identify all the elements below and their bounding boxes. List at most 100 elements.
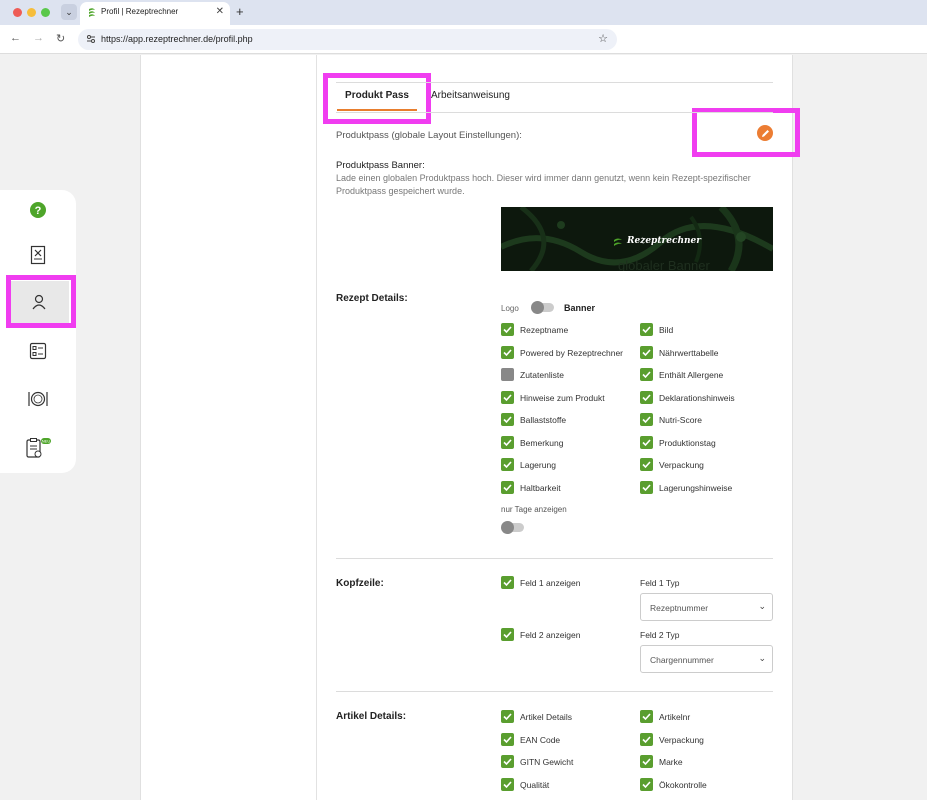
option-checkbox[interactable]: [501, 710, 514, 723]
url-text: https://app.rezeptrechner.de/profil.php: [101, 34, 253, 44]
feld2-typ-value: Chargennummer: [650, 655, 714, 665]
nur-tage-toggle[interactable]: [501, 521, 524, 534]
sidenav-help[interactable]: ?: [20, 192, 56, 228]
option-label: Powered by Rezeptrechner: [520, 347, 624, 358]
chevron-down-icon: ⌄: [758, 653, 766, 663]
url-field[interactable]: https://app.rezeptrechner.de/profil.php …: [78, 29, 617, 50]
feld1-label: Feld 1 anzeigen: [520, 578, 581, 588]
close-window-button[interactable]: [13, 8, 22, 17]
logo-banner-toggle[interactable]: [531, 301, 554, 314]
option-checkbox[interactable]: [501, 368, 514, 381]
sidenav-new-feature[interactable]: NEU: [20, 430, 56, 466]
feld2-checkbox[interactable]: [501, 628, 514, 641]
close-tab-icon[interactable]: ✕: [216, 6, 224, 17]
option-checkbox[interactable]: [640, 777, 653, 791]
banner-logo-text: Rezeptrechner: [627, 236, 701, 246]
feld2-typ-label: Feld 2 Typ: [640, 630, 680, 640]
checkmark-icon: [642, 371, 651, 379]
option-checkbox[interactable]: [640, 323, 653, 336]
option-label: Hinweise zum Produkt: [520, 392, 605, 403]
option-checkbox[interactable]: [501, 435, 514, 449]
content-panel: [140, 55, 793, 800]
checkmark-icon: [503, 631, 512, 639]
maximize-window-button[interactable]: [41, 8, 50, 17]
toggle-logo-label: Logo: [501, 304, 519, 313]
option-checkbox[interactable]: [501, 777, 514, 791]
option-label: Rezeptname: [520, 325, 569, 335]
checkmark-icon: [642, 713, 651, 721]
option-label: Verpackung: [659, 734, 704, 745]
sidenav-checklist[interactable]: [20, 333, 56, 369]
option-label: Deklarationshinweis: [659, 392, 735, 403]
checkmark-icon: [642, 326, 651, 334]
checkmark-icon: [503, 461, 512, 469]
tab-produkt-pass[interactable]: Produkt Pass: [337, 90, 417, 101]
checkmark-icon: [642, 780, 651, 788]
feld1-checkbox[interactable]: [501, 576, 514, 589]
reload-icon[interactable]: ↻: [56, 32, 65, 45]
feld1-typ-label: Feld 1 Typ: [640, 578, 680, 588]
option-label: Lagerungshinweise: [659, 482, 733, 493]
checkmark-icon: [503, 393, 512, 401]
rezept-details-title: Rezept Details:: [336, 293, 408, 304]
option-checkbox[interactable]: [501, 458, 514, 471]
option-checkbox[interactable]: [640, 413, 653, 426]
browser-titlebar: ⌄ Profil | Rezeptrechner ✕ +: [0, 0, 927, 25]
option-checkbox[interactable]: [501, 732, 514, 746]
option-checkbox[interactable]: [640, 345, 653, 359]
site-settings-icon[interactable]: [86, 34, 96, 44]
back-icon[interactable]: ←: [10, 32, 21, 44]
checkmark-icon: [503, 483, 512, 491]
help-circle-icon: ?: [30, 202, 46, 218]
option-checkbox[interactable]: [640, 732, 653, 746]
tab-arbeitsanweisung[interactable]: Arbeitsanweisung: [431, 90, 510, 101]
option-checkbox[interactable]: [640, 480, 653, 494]
divider: [336, 691, 773, 692]
feld2-typ-select[interactable]: Chargennummer ⌄: [640, 645, 773, 673]
divider: [336, 558, 773, 559]
divider: [336, 82, 773, 83]
checkmark-icon: [503, 780, 512, 788]
option-checkbox[interactable]: [640, 755, 653, 768]
rezeptrechner-favicon-icon: [89, 8, 95, 17]
toggle-knob: [531, 301, 544, 314]
option-checkbox[interactable]: [501, 390, 514, 404]
checkmark-icon: [642, 461, 651, 469]
bookmark-star-icon[interactable]: ☆: [598, 32, 608, 45]
checkmark-icon: [503, 348, 512, 356]
tabs-divider: [336, 112, 773, 113]
option-checkbox[interactable]: [640, 710, 653, 723]
checkmark-icon: [642, 416, 651, 424]
minimize-window-button[interactable]: [27, 8, 36, 17]
option-checkbox[interactable]: [501, 480, 514, 494]
address-bar: ← → ↻ https://app.rezeptrechner.de/profi…: [0, 25, 927, 54]
toggle-banner-label: Banner: [564, 303, 596, 313]
option-label: Bild: [659, 325, 674, 335]
option-checkbox[interactable]: [640, 458, 653, 471]
option-checkbox[interactable]: [501, 345, 514, 359]
option-checkbox[interactable]: [640, 368, 653, 381]
banner-preview-image[interactable]: Rezeptrechner globaler Banner: [501, 207, 773, 271]
option-label: GITN Gewicht: [520, 757, 574, 767]
svg-text:?: ?: [35, 205, 42, 217]
option-checkbox[interactable]: [640, 435, 653, 449]
chevron-down-icon: ⌄: [758, 601, 766, 611]
option-checkbox[interactable]: [501, 755, 514, 768]
sidenav-dishes[interactable]: [20, 381, 56, 417]
svg-text:NEU: NEU: [42, 439, 51, 444]
option-label: Haltbarkeit: [520, 482, 561, 493]
option-checkbox[interactable]: [640, 390, 653, 404]
option-checkbox[interactable]: [501, 413, 514, 426]
feld1-typ-select[interactable]: Rezeptnummer ⌄: [640, 593, 773, 621]
new-tab-icon[interactable]: +: [236, 4, 244, 19]
edit-layout-button[interactable]: [757, 125, 773, 141]
tab-list-dropdown-icon[interactable]: ⌄: [61, 4, 77, 20]
side-navigation: ? NEU: [0, 190, 76, 473]
browser-tab[interactable]: Profil | Rezeptrechner ✕: [80, 2, 230, 25]
recipe-document-icon: [30, 245, 46, 265]
forward-icon[interactable]: →: [33, 32, 44, 44]
nur-tage-label: nur Tage anzeigen: [501, 505, 567, 514]
option-checkbox[interactable]: [501, 323, 514, 336]
option-label: Nährwerttabelle: [659, 347, 719, 358]
sidenav-recipes[interactable]: [20, 237, 56, 273]
